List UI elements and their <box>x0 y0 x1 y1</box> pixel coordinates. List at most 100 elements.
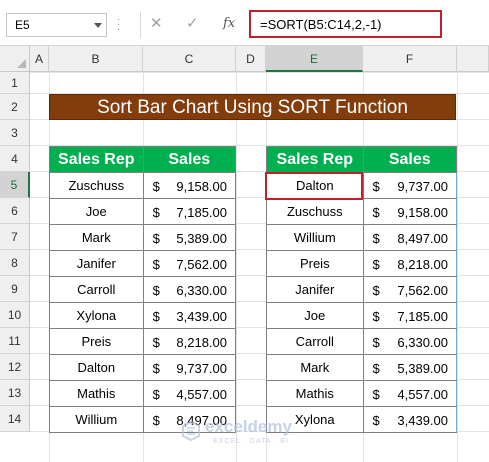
sales-cell[interactable]: $7,562.00 <box>142 250 237 277</box>
column-header-d[interactable]: D <box>236 46 266 72</box>
sales-cell[interactable]: $9,737.00 <box>362 172 458 199</box>
row-header-1[interactable]: 1 <box>0 72 30 94</box>
sales-cell[interactable]: $3,439.00 <box>362 406 458 433</box>
formula-input[interactable]: =SORT(B5:C14,2,-1) <box>249 10 442 38</box>
sales-cell[interactable]: $7,185.00 <box>142 198 237 225</box>
table-row: Mark $5,389.00 <box>266 354 458 381</box>
sales-value: 6,330.00 <box>176 283 227 298</box>
sales-cell[interactable]: $5,389.00 <box>362 354 458 381</box>
sales-value: 7,562.00 <box>397 283 448 298</box>
sales-cell[interactable]: $9,158.00 <box>362 198 458 225</box>
table-row: Carroll $6,330.00 <box>49 276 237 303</box>
column-header-b[interactable]: B <box>49 46 143 72</box>
row-header-2[interactable]: 2 <box>0 94 30 120</box>
sales-rep-cell[interactable]: Mark <box>266 354 364 381</box>
currency-symbol: $ <box>152 387 160 402</box>
row-header-6[interactable]: 6 <box>0 198 30 224</box>
sales-rep-cell[interactable]: Joe <box>266 302 364 329</box>
sales-rep-cell[interactable]: Dalton <box>49 354 144 381</box>
sales-cell[interactable]: $6,330.00 <box>142 276 237 303</box>
watermark-subtitle: EXCEL · DATA · BI <box>213 438 289 445</box>
table-row: Janifer $7,562.00 <box>49 250 237 277</box>
sales-rep-cell[interactable]: Willium <box>266 224 364 251</box>
sales-value: 9,158.00 <box>397 205 448 220</box>
sales-rep-cell[interactable]: Dalton <box>266 172 364 199</box>
sales-rep-cell[interactable]: Mark <box>49 224 144 251</box>
name-box[interactable]: E5 <box>6 13 107 37</box>
enter-icon[interactable]: ✓ <box>186 14 199 32</box>
row-header-7[interactable]: 7 <box>0 224 30 250</box>
sales-cell[interactable]: $7,185.00 <box>362 302 458 329</box>
sales-cell[interactable]: $8,218.00 <box>362 250 458 277</box>
select-all-corner[interactable] <box>0 46 30 72</box>
table-row: Carroll $6,330.00 <box>266 328 458 355</box>
sales-value: 5,389.00 <box>176 231 227 246</box>
currency-symbol: $ <box>372 309 380 324</box>
sales-rep-cell[interactable]: Xylona <box>49 302 144 329</box>
sales-rep-cell[interactable]: Preis <box>266 250 364 277</box>
sales-cell[interactable]: $4,557.00 <box>362 380 458 407</box>
column-header-g[interactable] <box>457 46 489 72</box>
sales-value: 8,218.00 <box>397 257 448 272</box>
sales-value: 6,330.00 <box>397 335 448 350</box>
row-header-8[interactable]: 8 <box>0 250 30 276</box>
sales-cell[interactable]: $3,439.00 <box>142 302 237 329</box>
row-header-10[interactable]: 10 <box>0 302 30 328</box>
sales-rep-cell[interactable]: Carroll <box>266 328 364 355</box>
table-row: Mathis $4,557.00 <box>266 380 458 407</box>
sales-rep-cell[interactable]: Zuschuss <box>49 172 144 199</box>
sales-value: 9,737.00 <box>397 179 448 194</box>
sales-cell[interactable]: $4,557.00 <box>142 380 237 407</box>
sales-cell[interactable]: $6,330.00 <box>362 328 458 355</box>
sales-rep-cell[interactable]: Mathis <box>49 380 144 407</box>
insert-function-icon[interactable]: fx <box>223 16 235 31</box>
table-row: Joe $7,185.00 <box>266 302 458 329</box>
header-sales[interactable]: Sales <box>362 146 458 173</box>
formula-bar-grip-icon[interactable]: · · · <box>117 15 123 35</box>
row-header-12[interactable]: 12 <box>0 354 30 380</box>
row-header-11[interactable]: 11 <box>0 328 30 354</box>
sales-rep-cell[interactable]: Mathis <box>266 380 364 407</box>
sales-rep-cell[interactable]: Carroll <box>49 276 144 303</box>
sales-rep-cell[interactable]: Zuschuss <box>266 198 364 225</box>
currency-symbol: $ <box>152 179 160 194</box>
row-header-4[interactable]: 4 <box>0 146 30 172</box>
sales-cell[interactable]: $5,389.00 <box>142 224 237 251</box>
column-header-f[interactable]: F <box>363 46 457 72</box>
table-row: Janifer $7,562.00 <box>266 276 458 303</box>
header-sales-rep[interactable]: Sales Rep <box>266 146 364 173</box>
sales-rep-cell[interactable]: Janifer <box>49 250 144 277</box>
column-header-e[interactable]: E <box>266 46 363 72</box>
sales-cell[interactable]: $9,158.00 <box>142 172 237 199</box>
row-header-9[interactable]: 9 <box>0 276 30 302</box>
name-box-dropdown-icon[interactable] <box>94 23 102 28</box>
sales-cell[interactable]: $8,497.00 <box>362 224 458 251</box>
sales-value: 7,185.00 <box>397 309 448 324</box>
currency-symbol: $ <box>152 361 160 376</box>
currency-symbol: $ <box>372 283 380 298</box>
sales-cell[interactable]: $7,562.00 <box>362 276 458 303</box>
sales-rep-cell[interactable]: Preis <box>49 328 144 355</box>
table-row: Zuschuss $9,158.00 <box>266 198 458 225</box>
header-sales-rep[interactable]: Sales Rep <box>49 146 144 173</box>
exceldemy-watermark: exceldemy EXCEL · DATA · BI <box>175 417 325 453</box>
sales-value: 4,557.00 <box>176 387 227 402</box>
row-header-3[interactable]: 3 <box>0 120 30 146</box>
table-row: Zuschuss $9,158.00 <box>49 172 237 199</box>
currency-symbol: $ <box>372 387 380 402</box>
row-header-14[interactable]: 14 <box>0 406 30 432</box>
sales-rep-cell[interactable]: Joe <box>49 198 144 225</box>
cancel-icon[interactable]: ✕ <box>150 14 163 32</box>
currency-symbol: $ <box>152 257 160 272</box>
sales-cell[interactable]: $8,218.00 <box>142 328 237 355</box>
currency-symbol: $ <box>372 335 380 350</box>
sales-value: 9,737.00 <box>176 361 227 376</box>
sales-rep-cell[interactable]: Janifer <box>266 276 364 303</box>
sales-cell[interactable]: $9,737.00 <box>142 354 237 381</box>
row-header-13[interactable]: 13 <box>0 380 30 406</box>
row-header-5[interactable]: 5 <box>0 172 30 198</box>
sales-rep-cell[interactable]: Willium <box>49 406 144 433</box>
column-header-a[interactable]: A <box>30 46 49 72</box>
header-sales[interactable]: Sales <box>142 146 237 173</box>
column-header-c[interactable]: C <box>143 46 236 72</box>
